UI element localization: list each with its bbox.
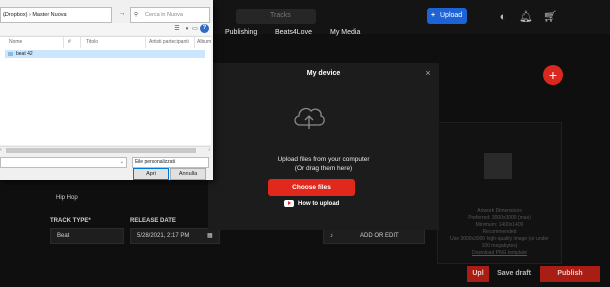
nav-beats4love[interactable]: Beats4Love — [275, 29, 312, 36]
upload-artwork-button[interactable]: Upl — [467, 266, 489, 282]
nav-publishing[interactable]: Publishing — [225, 29, 257, 36]
file-open-dialog: (Dropbox) › Master Nuova ⌄ → ⚲ Cerca in Nu… — [0, 0, 213, 180]
horizontal-scrollbar[interactable]: ‹ › — [0, 146, 211, 154]
file-name: beat 42 — [16, 51, 33, 57]
address-bar[interactable]: (Dropbox) › Master Nuova ⌄ — [0, 7, 112, 23]
column-divider — [63, 37, 64, 48]
column-header-title[interactable]: Titolo — [86, 39, 98, 45]
genre-value: Hip Hop — [56, 195, 78, 201]
search-placeholder: Cerca in Nuova — [145, 12, 183, 18]
search-input[interactable]: Tracks — [236, 9, 316, 24]
add-button[interactable]: + — [543, 65, 563, 85]
audio-file-icon — [8, 52, 13, 56]
track-type-label: TRACK TYPE* — [50, 218, 91, 224]
artwork-line-2: Preferred: 3000x3000 (max) — [468, 215, 531, 221]
column-header-album[interactable]: Album — [197, 39, 211, 45]
how-to-upload-label: How to upload — [298, 201, 340, 207]
filename-input[interactable]: ⌄ — [0, 157, 127, 168]
file-type-select[interactable]: File personalizzati ⌄ — [132, 157, 209, 168]
save-draft-button[interactable]: Save draft — [490, 266, 538, 282]
release-date-value: 5/28/2021, 2:17 PM — [137, 233, 190, 239]
help-icon[interactable]: ? — [200, 24, 209, 33]
folder-search-input[interactable]: ⚲ Cerca in Nuova — [130, 7, 210, 23]
cart-icon[interactable]: 🛒︎ — [543, 10, 557, 24]
how-to-upload-link[interactable]: How to upload — [284, 199, 339, 209]
view-options-icon[interactable]: ☰ — [172, 24, 182, 34]
close-icon[interactable]: × — [423, 68, 433, 78]
upload-label: Upload — [440, 12, 463, 19]
artwork-panel[interactable]: Artwork Dimensions Preferred: 3000x3000 … — [437, 122, 562, 264]
file-list[interactable]: Nome # Titolo Artisti partecipanti Album… — [0, 36, 211, 145]
edit-field[interactable]: ♪ ADD OR EDIT — [323, 228, 425, 244]
search-icon: ⚲ — [134, 12, 139, 18]
track-type-value: Beat — [57, 233, 70, 239]
bell-icon[interactable]: 🔔︎ — [519, 10, 533, 24]
image-placeholder-icon — [484, 153, 512, 179]
tiktok-icon: ♪ — [330, 233, 333, 239]
download-template-link[interactable]: Download PNG template — [442, 250, 557, 256]
column-divider — [145, 37, 146, 48]
column-header-number[interactable]: # — [68, 39, 71, 45]
chevron-down-icon[interactable]: ⌄ — [3, 8, 109, 22]
column-divider — [194, 37, 195, 48]
artwork-line-5: Use 3000x3000 high-quality image (or und… — [450, 236, 549, 242]
calendar-icon: ▦ — [207, 233, 213, 239]
column-header-artists[interactable]: Artisti partecipanti — [149, 39, 189, 45]
drag-instructions: (Or drag them here) — [294, 165, 353, 172]
preview-pane-icon[interactable]: ▭ — [190, 24, 200, 34]
cloud-upload-icon — [294, 107, 325, 129]
right-panel-button: ADD OR EDIT — [360, 233, 399, 239]
artwork-line-1: Artwork Dimensions — [477, 208, 522, 214]
track-type-select[interactable]: Beat — [50, 228, 124, 244]
release-date-label: RELEASE DATE — [130, 218, 176, 224]
scroll-left-icon[interactable]: ‹ — [0, 147, 2, 154]
choose-files-button[interactable]: Choose files — [268, 179, 355, 196]
column-divider — [80, 37, 81, 48]
plus-icon: + — [431, 12, 436, 19]
refresh-icon[interactable]: → — [117, 7, 127, 21]
column-header-name[interactable]: Nome — [9, 39, 22, 45]
open-button[interactable]: Apri — [133, 168, 169, 180]
account-icon[interactable]: ◐ — [496, 10, 510, 24]
modal-title: My device — [306, 70, 341, 77]
file-row[interactable]: beat 42 — [5, 50, 205, 58]
chevron-down-icon: ⌄ — [135, 159, 140, 165]
release-date-input[interactable]: 5/28/2021, 2:17 PM ▦ — [130, 228, 220, 244]
cancel-button[interactable]: Annulla — [170, 168, 206, 180]
scrollbar-thumb[interactable] — [6, 148, 196, 153]
nav-my-media[interactable]: My Media — [330, 29, 360, 36]
artwork-line-4: Recommended — [482, 229, 517, 235]
upload-button[interactable]: + Upload — [427, 8, 467, 24]
upload-instructions: Upload files from your computer — [277, 156, 370, 163]
artwork-line-6: 100 megabytes) — [481, 243, 518, 249]
dialog-toolbar: ☰ ▾ ▭ — [0, 23, 213, 35]
scroll-right-icon[interactable]: › — [208, 147, 210, 154]
publish-button[interactable]: Publish — [540, 266, 600, 282]
artwork-line-3: Minimum: 1400x1400 — [475, 222, 524, 228]
chevron-down-icon[interactable]: ⌄ — [120, 158, 124, 167]
my-device-modal: My device × Upload files from your compu… — [208, 63, 439, 230]
search-label: Tracks — [270, 12, 291, 19]
youtube-icon — [284, 199, 294, 207]
